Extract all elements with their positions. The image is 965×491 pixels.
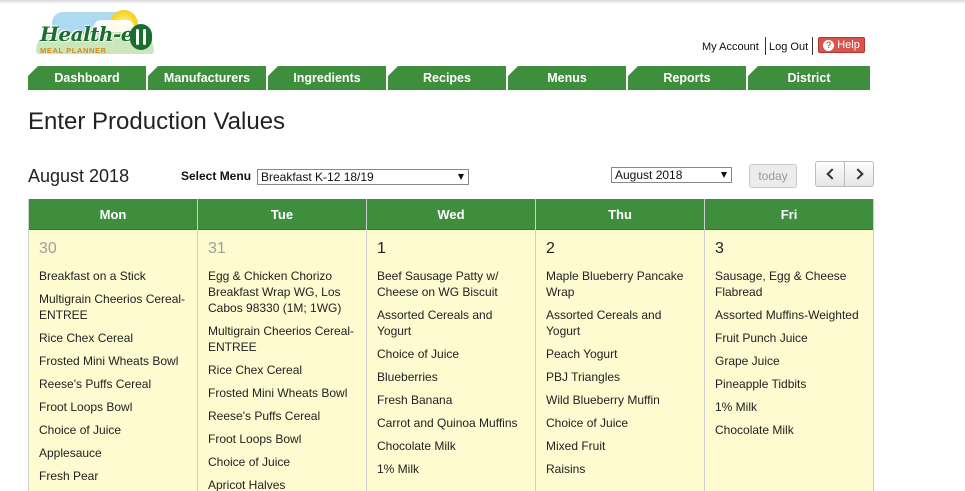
tab-recipes[interactable]: Recipes: [388, 66, 506, 90]
menu-select[interactable]: Breakfast K-12 18/19: [257, 169, 469, 185]
day-number: 3: [715, 240, 724, 257]
menu-item[interactable]: Fresh Pear: [39, 468, 187, 484]
tab-dashboard[interactable]: Dashboard: [28, 66, 146, 90]
menu-item[interactable]: Egg & Chicken Chorizo Breakfast Wrap WG,…: [208, 268, 356, 316]
menu-item[interactable]: Beef Sausage Patty w/ Cheese on WG Biscu…: [377, 268, 525, 300]
health-e-logo[interactable]: Health-e MEAL PLANNER: [34, 8, 158, 60]
day-cell[interactable]: 31 Egg & Chicken Chorizo Breakfast Wrap W…: [198, 230, 366, 491]
month-select[interactable]: August 2018: [611, 167, 732, 183]
menu-item[interactable]: Apricot Halves: [208, 477, 356, 491]
chevron-right-icon: [851, 168, 864, 180]
fork-icon: [130, 24, 152, 50]
menu-item[interactable]: Carrot and Quinoa Muffins: [377, 415, 525, 431]
month-select-value: August 2018: [615, 168, 683, 182]
today-button[interactable]: today: [749, 164, 797, 188]
next-month-button[interactable]: [844, 162, 873, 186]
previous-month-button[interactable]: [816, 162, 844, 186]
menu-item[interactable]: Blueberries: [377, 369, 525, 385]
menu-item[interactable]: Frosted Mini Wheats Bowl: [39, 353, 187, 369]
menu-item[interactable]: Maple Blueberry Pancake Wrap: [546, 268, 694, 300]
menu-item[interactable]: Froot Loops Bowl: [208, 431, 356, 447]
menu-item[interactable]: Breakfast on a Stick: [39, 268, 187, 284]
day-header: Fri: [705, 199, 873, 230]
page-title: Enter Production Values: [28, 108, 286, 135]
menu-item[interactable]: Fruit Punch Juice: [715, 330, 863, 346]
chevron-left-icon: [825, 168, 838, 180]
menu-item[interactable]: Raisins: [546, 461, 694, 477]
day-cell[interactable]: 3 Sausage, Egg & Cheese Flabread Assorted …: [705, 230, 873, 491]
top-border: [0, 0, 965, 4]
help-button[interactable]: ? Help: [818, 37, 865, 53]
menu-item[interactable]: Multigrain Cheerios Cereal-ENTREE: [208, 323, 356, 355]
calendar-grid: Mon 30 Breakfast on a Stick Multigrain Chee…: [28, 199, 874, 491]
month-navigation: [815, 161, 874, 187]
day-cell[interactable]: 1 Beef Sausage Patty w/ Cheese on WG Bisc…: [367, 230, 535, 491]
day-column-thu: Thu 2 Maple Blueberry Pancake Wrap Assorted…: [536, 199, 705, 491]
day-column-tue: Tue 31 Egg & Chicken Chorizo Breakfast Wra…: [198, 199, 367, 491]
tab-reports[interactable]: Reports: [628, 66, 746, 90]
day-cell[interactable]: 2 Maple Blueberry Pancake Wrap Assorted Ce…: [536, 230, 704, 491]
logo-subtitle: MEAL PLANNER: [40, 46, 107, 55]
day-header: Wed: [367, 199, 535, 230]
menu-item[interactable]: Choice of Juice: [39, 422, 187, 438]
menu-item[interactable]: Assorted Muffins-Weighted: [715, 307, 863, 323]
logo-brand-text: Health-e: [40, 22, 133, 46]
menu-item[interactable]: Chocolate Milk: [377, 438, 525, 454]
day-column-fri: Fri 3 Sausage, Egg & Cheese Flabread Assort…: [705, 199, 874, 491]
log-out-link[interactable]: Log Out: [769, 37, 808, 57]
day-header: Tue: [198, 199, 366, 230]
link-separator: [765, 37, 766, 55]
dropdown-arrow-icon: [458, 174, 464, 180]
tab-menus[interactable]: Menus: [508, 66, 626, 90]
menu-item[interactable]: Assorted Cereals and Yogurt: [377, 307, 525, 339]
menu-item[interactable]: Assorted Cereals and Yogurt: [546, 307, 694, 339]
menu-item[interactable]: Grape Juice: [715, 353, 863, 369]
menu-item[interactable]: 1% Milk: [715, 399, 863, 415]
menu-item[interactable]: Fresh Banana: [377, 392, 525, 408]
my-account-link[interactable]: My Account: [702, 37, 759, 57]
menu-item[interactable]: Rice Chex Cereal: [208, 362, 356, 378]
menu-item[interactable]: Choice of Juice: [208, 454, 356, 470]
menu-item[interactable]: Reese's Puffs Cereal: [208, 408, 356, 424]
menu-item[interactable]: Peach Yogurt: [546, 346, 694, 362]
question-icon: ?: [823, 39, 835, 51]
menu-item[interactable]: Chocolate Milk: [715, 422, 863, 438]
select-menu-label: Select Menu: [181, 169, 252, 183]
tab-ingredients[interactable]: Ingredients: [268, 66, 386, 90]
tab-manufacturers[interactable]: Manufacturers: [148, 66, 266, 90]
menu-item[interactable]: Multigrain Cheerios Cereal-ENTREE: [39, 291, 187, 323]
menu-item[interactable]: Sausage, Egg & Cheese Flabread: [715, 268, 863, 300]
link-separator: [812, 37, 813, 55]
menu-item[interactable]: Frosted Mini Wheats Bowl: [208, 385, 356, 401]
day-number: 31: [208, 240, 226, 257]
menu-item[interactable]: Applesauce: [39, 445, 187, 461]
tab-district[interactable]: District: [748, 66, 870, 90]
dropdown-arrow-icon: [721, 172, 727, 178]
menu-item[interactable]: Reese's Puffs Cereal: [39, 376, 187, 392]
help-label: Help: [837, 39, 860, 51]
menu-item[interactable]: Choice of Juice: [377, 346, 525, 362]
current-month-label: August 2018: [28, 166, 130, 186]
menu-item[interactable]: 1% Milk: [377, 461, 525, 477]
menu-item[interactable]: Pineapple Tidbits: [715, 376, 863, 392]
day-column-wed: Wed 1 Beef Sausage Patty w/ Cheese on WG B…: [367, 199, 536, 491]
day-number: 1: [377, 240, 386, 257]
menu-item[interactable]: Choice of Juice: [546, 415, 694, 431]
menu-item[interactable]: Froot Loops Bowl: [39, 399, 187, 415]
menu-select-value: Breakfast K-12 18/19: [261, 170, 374, 184]
day-header: Thu: [536, 199, 704, 230]
main-nav: Dashboard Manufacturers Ingredients Reci…: [28, 66, 870, 90]
day-header: Mon: [29, 199, 197, 230]
day-number: 2: [546, 240, 555, 257]
menu-item[interactable]: Mixed Fruit: [546, 438, 694, 454]
day-cell[interactable]: 30 Breakfast on a Stick Multigrain Cheerio…: [29, 230, 197, 491]
menu-item[interactable]: PBJ Triangles: [546, 369, 694, 385]
day-number: 30: [39, 240, 57, 257]
menu-item[interactable]: Wild Blueberry Muffin: [546, 392, 694, 408]
day-column-mon: Mon 30 Breakfast on a Stick Multigrain Chee…: [29, 199, 198, 491]
menu-item[interactable]: Rice Chex Cereal: [39, 330, 187, 346]
